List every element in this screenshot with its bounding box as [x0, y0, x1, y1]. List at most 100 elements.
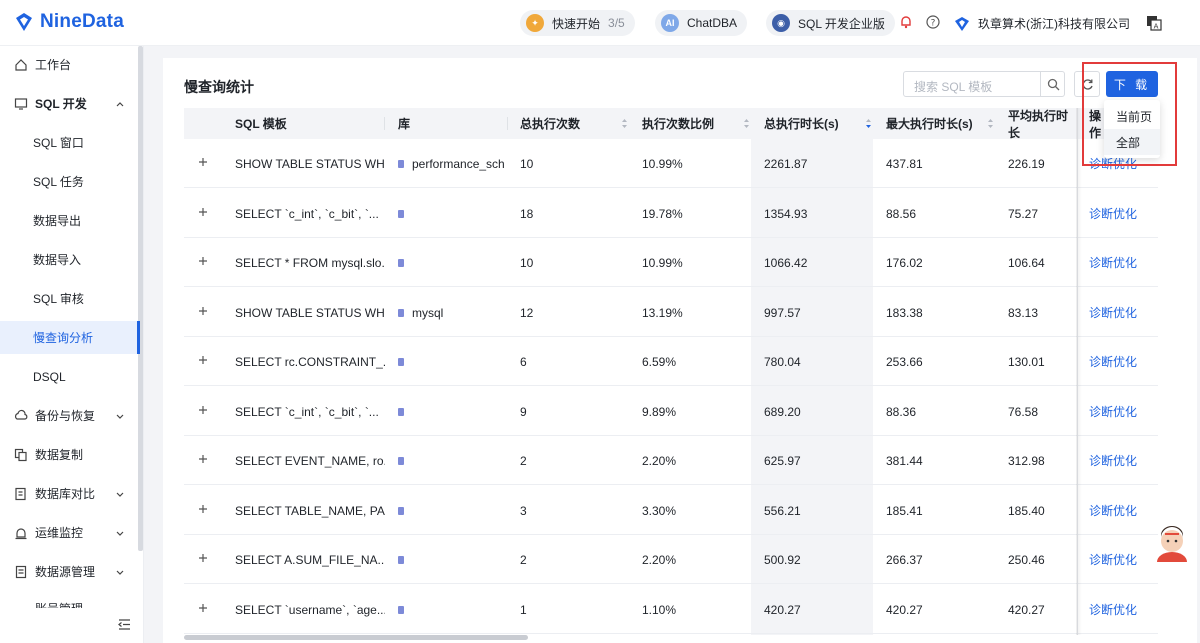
cell-max-duration: 185.41	[886, 503, 923, 518]
company-switcher[interactable]: 玖章算术(浙江)科技有限公司	[954, 15, 1130, 32]
cell-sql-template: SELECT `c_int`, `c_bit`, `...	[235, 404, 379, 419]
company-name: 玖章算术(浙江)科技有限公司	[978, 17, 1130, 31]
cell-db: mysql	[398, 288, 508, 337]
expand-row-icon[interactable]	[198, 405, 208, 415]
svg-text:?: ?	[931, 19, 936, 29]
cell-max-duration: 176.02	[886, 255, 923, 270]
table-row[interactable]: SELECT * FROM mysql.slo... 10 10.99% 1066.4…	[184, 238, 1158, 287]
cell-avg-duration: 75.27	[1008, 206, 1039, 221]
collapse-menu-icon[interactable]	[118, 618, 131, 631]
database-icon	[398, 456, 404, 465]
help-icon[interactable]: ?	[926, 15, 940, 29]
sidebar-item-dsql[interactable]: DSQL	[0, 360, 140, 393]
expand-row-icon[interactable]	[198, 603, 208, 613]
column-header-max-duration[interactable]: 最大执行时长(s)	[886, 108, 973, 139]
table-row[interactable]: SELECT `c_int`, `c_bit`, `... 9 9.89% 689.2…	[184, 387, 1158, 436]
sidebar-item-sql-review[interactable]: SQL 审核	[0, 282, 140, 315]
expand-row-icon[interactable]	[198, 504, 208, 514]
expand-row-icon[interactable]	[198, 256, 208, 266]
expand-row-icon[interactable]	[198, 306, 208, 316]
cell-db	[398, 337, 508, 386]
quickstart-button[interactable]: ✦ 快速开始 3/5	[520, 10, 635, 36]
sidebar-item-replication[interactable]: 数据复制	[0, 438, 140, 471]
column-header-avg-duration[interactable]: 平均执行时长	[1008, 108, 1078, 140]
table-row[interactable]: SELECT `username`, `age... 1 1.10% 420.27 42…	[184, 585, 1158, 634]
database-icon	[398, 506, 404, 515]
highlight-annotation-box	[1082, 62, 1177, 166]
table-row[interactable]: SELECT `c_int`, `c_bit`, `... 18 19.78% 135…	[184, 189, 1158, 238]
cell-db	[398, 436, 508, 485]
svg-text:A: A	[1154, 23, 1159, 31]
language-icon[interactable]: A	[1146, 15, 1162, 31]
table-row[interactable]: SELECT TABLE_NAME, PA... 3 3.30% 556.21 185.…	[184, 486, 1158, 535]
sidebar-item-db-compare[interactable]: 数据库对比	[0, 477, 140, 510]
sidebar-item-label: 数据源管理	[35, 565, 96, 579]
chatdba-button[interactable]: AI ChatDBA	[655, 10, 748, 36]
cell-count-ratio: 1.10%	[642, 602, 677, 617]
sort-icon[interactable]	[621, 118, 628, 129]
cell-total-duration: 1066.42	[764, 255, 808, 270]
expand-row-icon[interactable]	[198, 553, 208, 563]
cell-max-duration: 420.27	[886, 602, 923, 617]
sidebar-item-label: DSQL	[33, 369, 66, 384]
sidebar-item-label: SQL 开发	[35, 97, 87, 111]
search-placeholder: 搜索 SQL 模板	[914, 80, 993, 94]
table-row[interactable]: SHOW TABLE STATUS WH... mysql 12 13.19% 997.…	[184, 288, 1158, 337]
table-row[interactable]: SHOW TABLE STATUS WH... performance_sch 10…	[184, 139, 1158, 188]
sidebar-item-sql-task[interactable]: SQL 任务	[0, 165, 140, 198]
sidebar-item-sql-window[interactable]: SQL 窗口	[0, 126, 140, 159]
expand-row-icon[interactable]	[198, 207, 208, 217]
column-header-db[interactable]: 库	[398, 108, 410, 139]
table-row[interactable]: SELECT A.SUM_FILE_NA... 2 2.20% 500.92 266.3…	[184, 535, 1158, 584]
sidebar-item-label: SQL 审核	[33, 292, 84, 306]
sidebar-item-data-export[interactable]: 数据导出	[0, 204, 140, 237]
sort-icon[interactable]	[743, 118, 750, 129]
expand-row-icon[interactable]	[198, 454, 208, 464]
cell-total-duration: 556.21	[764, 503, 801, 518]
cell-total-count: 9	[520, 404, 527, 419]
expand-row-icon[interactable]	[198, 157, 208, 167]
column-header-sql-template[interactable]: SQL 模板	[235, 108, 287, 139]
sidebar-item-datasource[interactable]: 数据源管理	[0, 555, 140, 588]
sidebar-item-data-import[interactable]: 数据导入	[0, 243, 140, 276]
cell-count-ratio: 19.78%	[642, 206, 683, 221]
fixed-column-shadow	[1076, 108, 1082, 635]
cell-db	[398, 486, 508, 535]
cell-total-count: 1	[520, 602, 527, 617]
sidebar-item-account[interactable]: 账号管理	[0, 594, 140, 608]
column-header-total-duration[interactable]: 总执行时长(s)	[764, 108, 839, 139]
sidebar-item-label: 数据库对比	[35, 487, 96, 501]
chevron-down-icon	[116, 570, 124, 575]
cell-db-name: performance_sch	[412, 156, 505, 171]
table-row[interactable]: SELECT EVENT_NAME, ro... 2 2.20% 625.97 381.…	[184, 436, 1158, 485]
cell-total-count: 2	[520, 453, 527, 468]
cell-db	[398, 238, 508, 287]
cell-sql-template: SELECT EVENT_NAME, ro...	[235, 453, 385, 468]
search-button[interactable]	[1040, 72, 1065, 96]
sidebar-item-slow-query[interactable]: 慢查询分析	[0, 321, 140, 354]
horizontal-scrollbar[interactable]	[184, 635, 528, 640]
column-header-count-ratio[interactable]: 执行次数比例	[642, 108, 714, 139]
sidebar-item-monitoring[interactable]: 运维监控	[0, 516, 140, 549]
sidebar-item-workbench[interactable]: 工作台	[0, 48, 140, 81]
sidebar-item-sql-dev[interactable]: SQL 开发	[0, 87, 140, 120]
table-row[interactable]: SELECT rc.CONSTRAINT_... 6 6.59% 780.04 253.…	[184, 337, 1158, 386]
sidebar: 工作台 SQL 开发 SQL 窗口 SQL 任务 数据导出 数据导入 SQL 审…	[0, 46, 144, 643]
database-icon	[398, 407, 404, 416]
bell-icon[interactable]	[899, 15, 913, 29]
logo[interactable]: NineData	[14, 11, 124, 33]
assistant-avatar-icon[interactable]	[1155, 524, 1189, 562]
sort-icon[interactable]	[987, 118, 994, 129]
cell-db	[398, 189, 508, 238]
monitor-icon	[14, 97, 28, 110]
chevron-down-icon	[116, 492, 124, 497]
edition-button[interactable]: ◉ SQL 开发企业版	[766, 10, 895, 36]
cell-total-duration: 420.27	[764, 602, 801, 617]
search-input[interactable]: 搜索 SQL 模板	[903, 71, 1065, 97]
sidebar-item-backup[interactable]: 备份与恢复	[0, 399, 140, 432]
expand-row-icon[interactable]	[198, 355, 208, 365]
cell-total-count: 2	[520, 552, 527, 567]
column-header-total-count[interactable]: 总执行次数	[520, 108, 580, 139]
sort-icon[interactable]	[865, 118, 872, 129]
home-icon	[15, 58, 27, 71]
